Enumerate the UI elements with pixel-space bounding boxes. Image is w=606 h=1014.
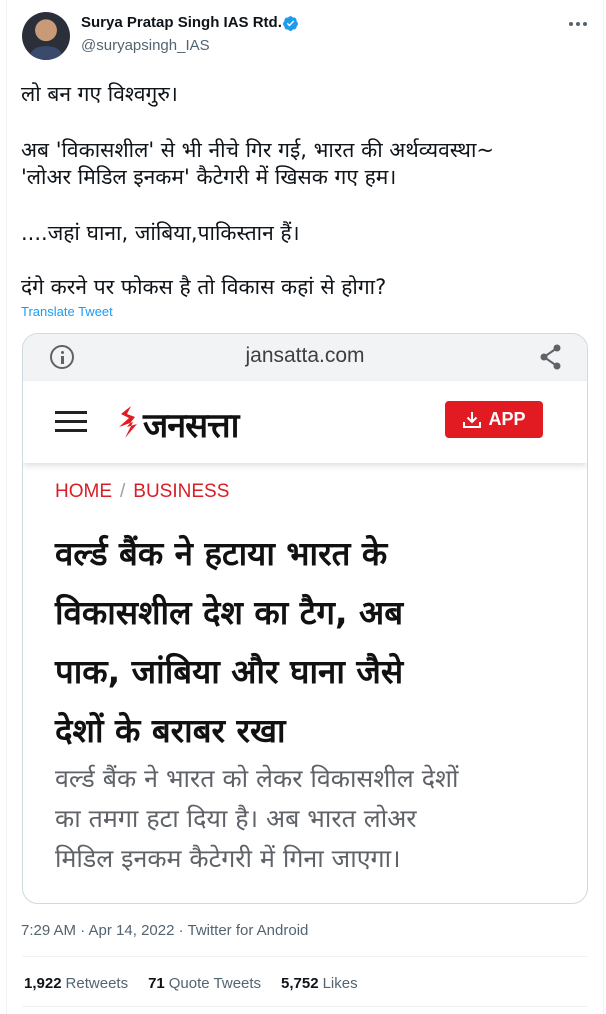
hamburger-menu-icon [55, 411, 87, 433]
likes-stat[interactable]: 5,752 Likes [281, 975, 358, 992]
retweets-stat[interactable]: 1,922 Retweets [24, 975, 128, 992]
tweet-text-line: 'लोअर मिडिल इनकम' कैटेगरी में खिसक गए हम… [21, 165, 397, 189]
translate-tweet-link[interactable]: Translate Tweet [21, 304, 113, 319]
headline-line: देशों के बराबर रखा [55, 711, 286, 750]
site-header: जनसत्ता APP [23, 381, 587, 463]
tweet-text-line: ....जहां घाना, जांबिया,पाकिस्तान हैं। [21, 221, 300, 245]
headline-line: पाक, जांबिया और घाना जैसे [55, 652, 404, 691]
avatar[interactable] [22, 12, 70, 60]
headline-line: विकासशील देश का टैग, अब [55, 593, 404, 632]
jansatta-logo-text: जनसत्ता [143, 406, 239, 446]
divider [22, 1006, 588, 1007]
headline-line: वर्ल्ड बैंक ने हटाया भारत के [55, 534, 388, 573]
browser-url-bar: jansatta.com [23, 334, 587, 381]
quote-tweets-label: Quote Tweets [168, 975, 262, 992]
retweets-count: 1,922 [24, 975, 62, 992]
tweet-text-line: दंगे करने पर फोकस है तो विकास कहां से हो… [21, 275, 387, 299]
breadcrumb-business: BUSINESS [133, 481, 230, 502]
download-icon [463, 411, 482, 428]
tweet-text-line: लो बन गए विश्वगुरु। [21, 82, 178, 106]
share-icon [540, 344, 561, 370]
summary-line: का तमगा हटा दिया है। अब भारत लोअर [55, 804, 417, 833]
breadcrumb: HOME / BUSINESS [55, 481, 229, 503]
tweet-text-line: अब 'विकासशील' से भी नीचे गिर गई, भारत की… [21, 138, 495, 162]
app-download-button: APP [445, 401, 543, 438]
jansatta-logo-icon [119, 406, 137, 438]
app-button-label: APP [488, 409, 526, 429]
tweet-timestamp[interactable]: 7:29 AM · Apr 14, 2022 · Twitter for And… [21, 922, 308, 939]
author-name[interactable]: Surya Pratap Singh IAS Rtd. [81, 14, 282, 31]
summary-line: मिडिल इनकम कैटेगरी में गिना जाएगा। [55, 844, 401, 873]
url-domain: jansatta.com [245, 344, 365, 367]
divider [22, 956, 588, 957]
more-options-icon[interactable] [566, 14, 590, 34]
author-handle[interactable]: @suryapsingh_IAS [81, 37, 210, 54]
breadcrumb-separator: / [120, 481, 126, 502]
article-summary: वर्ल्ड बैंक ने भारत को लेकर विकासशील देश… [55, 759, 575, 879]
quote-tweets-count: 71 [148, 975, 165, 992]
media-screenshot-card[interactable]: jansatta.com जनसत्ता APP HOME / BUSINESS व [22, 333, 588, 904]
likes-count: 5,752 [281, 975, 319, 992]
likes-label: Likes [322, 975, 358, 992]
tweet-stats: 1,922 Retweets 71 Quote Tweets 5,752 Likes [24, 975, 358, 992]
quote-tweets-stat[interactable]: 71 Quote Tweets [148, 975, 261, 992]
article-headline: वर्ल्ड बैंक ने हटाया भारत के विकासशील दे… [55, 524, 575, 760]
breadcrumb-home: HOME [55, 481, 112, 502]
retweets-label: Retweets [65, 975, 129, 992]
summary-line: वर्ल्ड बैंक ने भारत को लेकर विकासशील देश… [55, 764, 459, 793]
verified-badge-icon [283, 16, 298, 31]
